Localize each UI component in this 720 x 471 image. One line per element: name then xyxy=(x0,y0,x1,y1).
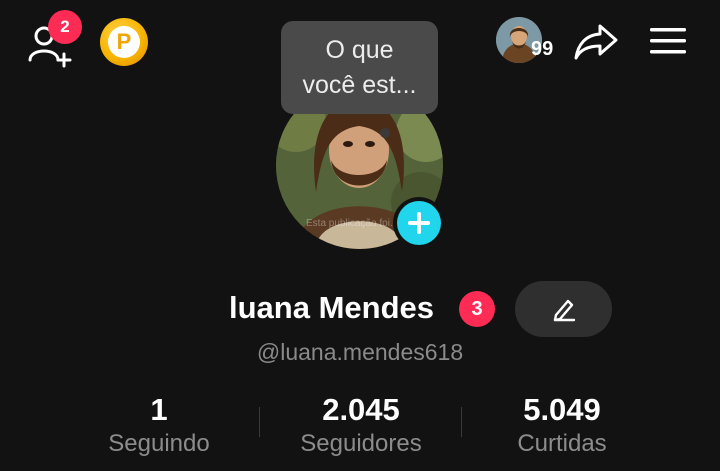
menu-icon xyxy=(650,28,686,54)
coin-icon: P xyxy=(108,26,140,58)
stat-divider xyxy=(461,407,462,437)
stat-likes[interactable]: 5.049 Curtidas xyxy=(472,392,652,460)
edit-pencil-icon xyxy=(553,299,575,322)
share-icon xyxy=(574,24,618,60)
bubble-line-2: você est... xyxy=(302,70,417,99)
profile-name: luana Mendes xyxy=(229,290,434,325)
stat-following-label: Seguindo xyxy=(108,430,210,457)
profile-handle: @luana.mendes618 xyxy=(256,339,464,365)
name-notification-badge: 3 xyxy=(459,291,495,327)
stat-followers-value: 2.045 xyxy=(322,392,400,427)
status-bubble[interactable]: O que você est... xyxy=(281,21,438,114)
add-story-button[interactable] xyxy=(393,197,445,249)
stat-likes-label: Curtidas xyxy=(517,430,607,457)
stat-followers-label: Seguidores xyxy=(300,430,422,457)
bubble-line-1: O que xyxy=(325,35,394,64)
plus-icon xyxy=(397,201,441,245)
bubble-dot xyxy=(380,128,390,138)
recent-visitors-count: 99 xyxy=(531,38,554,60)
menu-button[interactable] xyxy=(648,24,688,58)
share-button[interactable] xyxy=(572,20,620,62)
coin-button[interactable]: P xyxy=(100,18,148,66)
edit-profile-button[interactable] xyxy=(515,281,612,337)
add-friend-button[interactable]: 2 xyxy=(26,10,82,68)
stat-following[interactable]: 1 Seguindo xyxy=(69,392,249,460)
stat-divider xyxy=(259,407,260,437)
notification-badge: 2 xyxy=(48,10,82,44)
avatar-watermark: Esta publicação foi... xyxy=(306,218,399,229)
stat-followers[interactable]: 2.045 Seguidores xyxy=(271,392,451,460)
stat-following-value: 1 xyxy=(150,392,168,427)
stat-likes-value: 5.049 xyxy=(523,392,601,427)
